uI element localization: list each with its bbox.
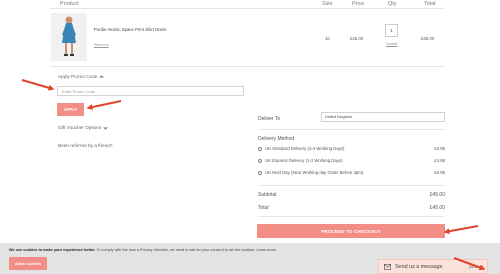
delivery-option-label: UK Standard Delivery (2-4 Working Days) — [265, 146, 345, 151]
promo-toggle-label: Apply Promo Code — [58, 74, 98, 79]
delivery-option-price: £3.95 — [434, 146, 445, 151]
total-divider — [258, 216, 445, 217]
column-header-size: Size — [322, 1, 333, 7]
cookie-message-text: To comply with the new e-Privacy directi… — [95, 248, 277, 252]
quantity-input[interactable]: 1 — [385, 24, 398, 37]
chat-label: Send us a message — [395, 263, 443, 270]
delivery-option-label: UK Next Day (Next Working day Order Befo… — [265, 170, 364, 175]
arrow-checkout — [443, 225, 479, 235]
delivery-method-label: Delivery Method — [258, 136, 295, 142]
delivery-option-price: £4.95 — [434, 158, 445, 163]
subtotal-value: £45.00 — [429, 192, 445, 198]
delivery-option-express[interactable]: UK Express Delivery (1-2 Working Days) — [258, 158, 343, 163]
product-total: £45.00 — [421, 36, 435, 41]
arrow-promo — [21, 79, 55, 91]
delivery-option-standard[interactable]: UK Standard Delivery (2-4 Working Days) — [258, 146, 344, 151]
promo-code-toggle[interactable]: Apply Promo Code — [58, 74, 104, 80]
totals-divider — [258, 185, 445, 186]
chevron-down-icon — [103, 124, 108, 130]
radio-icon[interactable] — [258, 146, 262, 151]
column-header-product: Product — [60, 1, 79, 7]
total-value: £45.00 — [429, 205, 445, 211]
proceed-to-checkout-button[interactable]: PROCEED TO CHECKOUT — [257, 224, 445, 238]
delivery-option-label: UK Express Delivery (1-2 Working Days) — [265, 158, 343, 163]
total-label: Total — [258, 205, 269, 211]
gift-toggle-label: Gift Voucher Options — [58, 125, 102, 130]
row-divider — [50, 66, 445, 67]
chat-widget[interactable]: Send us a message jivochat — [378, 259, 488, 274]
delivery-divider — [258, 129, 445, 130]
product-price: £45.00 — [350, 36, 364, 41]
update-link[interactable]: Update — [386, 42, 398, 46]
product-name[interactable]: Purdie Atomic Space Print Shirt Dress — [94, 27, 166, 32]
delivery-option-next-day[interactable]: UK Next Day (Next Working day Order Befo… — [258, 170, 363, 175]
chevron-up-icon — [99, 74, 104, 80]
delivery-option-price: £6.95 — [434, 170, 445, 175]
cookie-message-bold: We use cookies to make your experience b… — [9, 248, 96, 252]
allow-cookies-button[interactable]: Allow Cookies — [9, 257, 47, 270]
gift-voucher-toggle[interactable]: Gift Voucher Options — [58, 124, 108, 130]
arrow-apply — [86, 100, 122, 111]
product-size: 10 — [325, 36, 330, 41]
promo-code-input[interactable]: Enter Promo Code — [57, 86, 244, 96]
remove-link[interactable]: Remove — [94, 42, 109, 47]
radio-icon[interactable] — [258, 158, 262, 163]
referral-link[interactable]: Been referred by a friend? — [58, 143, 112, 148]
deliver-to-label: Deliver To — [258, 116, 281, 122]
jivochat-logo: jivochat — [469, 264, 483, 269]
mail-icon — [384, 263, 391, 270]
product-image[interactable] — [51, 13, 87, 61]
column-header-qty: Qty — [388, 1, 397, 7]
radio-icon[interactable] — [258, 170, 262, 175]
column-header-price: Price — [352, 1, 365, 7]
country-value: United Kingdom — [325, 115, 353, 119]
subtotal-label: Subtotal — [258, 192, 277, 198]
cookie-message: We use cookies to make your experience b… — [9, 248, 277, 252]
apply-button[interactable]: APPLY — [57, 103, 84, 116]
column-header-total: Total — [424, 1, 436, 7]
header-divider — [50, 8, 445, 9]
country-select[interactable]: United Kingdom — [321, 112, 445, 122]
